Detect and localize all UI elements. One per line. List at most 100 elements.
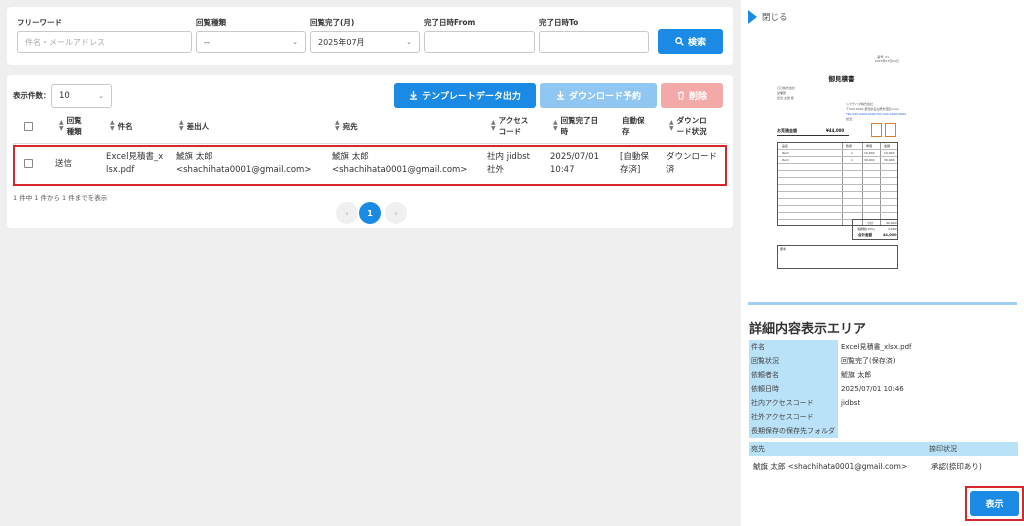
pager-next[interactable]: › [385, 202, 407, 224]
preview-table-hline [778, 184, 897, 185]
col-completed-line1: 回覧完了日 [560, 116, 599, 125]
circulation-type-select[interactable]: -- ⌄ [196, 31, 306, 53]
preview-title: 御見積書 [828, 75, 855, 83]
cell-subject: Excel見積書_x lsx.pdf [106, 151, 163, 177]
detail-value-requester: 鯱旗 太郎 [841, 371, 872, 379]
preview-tax-label: 消費税(10%) [857, 227, 876, 231]
preview-table-hline [778, 170, 897, 171]
col-header-type[interactable]: ▲ ▼ 回覧 種類 [59, 111, 82, 141]
preview-table-hline [778, 198, 897, 199]
col-access-line2: コード [498, 127, 522, 136]
cell-sender-email: <shachihata0001@gmail.com> [176, 165, 312, 175]
preview-issuer-mail: 担当： [846, 117, 856, 121]
cell-subject-line1: Excel見積書_x [106, 152, 164, 162]
display-count-label: 表示件数： [13, 91, 51, 100]
pager-page-1[interactable]: 1 [359, 202, 381, 224]
col-subject-label: 件名 [117, 121, 133, 131]
detail-label-requester: 依頼者名 [749, 368, 838, 382]
preview-remarks-box: 備考 [777, 245, 898, 269]
row-checkbox[interactable] [24, 159, 33, 168]
preview-line-1-item: Item [782, 151, 789, 155]
show-button-highlight: 表示 [965, 486, 1024, 521]
cell-download-status: ダウンロード済 [666, 151, 717, 177]
cell-type: 送信 [55, 159, 73, 169]
preview-amount-value: ¥44,000 [826, 128, 845, 133]
delete-label: 削除 [688, 92, 707, 102]
preview-meta-date: 2025年07月01日 [874, 59, 899, 63]
freeword-input[interactable]: 件名・メールアドレス [17, 31, 192, 53]
search-button-label: 検索 [687, 38, 706, 48]
detail-label-request-date: 依頼日時 [749, 382, 838, 396]
close-panel-button[interactable]: 閉じる [748, 10, 788, 24]
col-header-download-status[interactable]: ▲ ▼ ダウンロ ード状況 [669, 111, 707, 141]
col-recipient-label: 宛先 [342, 121, 358, 131]
col-header-recipient[interactable]: ▲ ▼ 宛先 [335, 111, 358, 141]
preview-issuer-addr: 〒000-0000 愛知県名古屋市西区xxxx [846, 107, 899, 111]
detail-area-title: 詳細内容表示エリア [749, 322, 867, 337]
col-completed-line2: 時 [560, 127, 569, 136]
detail-value-subject: Excel見積書_xlsx.pdf [841, 343, 912, 351]
preview-customer-dept: 営業部 [777, 91, 787, 95]
delete-button[interactable]: 削除 [661, 83, 723, 108]
preview-amount-underline [777, 135, 849, 136]
preview-table-hline [778, 156, 897, 157]
destination-header-label: 宛先 [751, 445, 765, 453]
preview-summary-table: 小計 40,000 消費税(10%) 4,000 合計金額 44,000 [852, 219, 898, 240]
download-reserve-button[interactable]: ダウンロード予約 [540, 83, 657, 108]
cell-dlstatus-line1: ダウンロード [666, 152, 718, 162]
cell-recipient: 鯱旗 太郎 <shachihata0001@gmail.com> [332, 151, 467, 177]
preview-col-price: 単価 [866, 144, 873, 148]
preview-table-hline [778, 212, 897, 213]
document-preview[interactable]: 番号: 01 2025年07月01日 御見積書 〇〇株式会社 営業部 担当 太郎… [774, 45, 909, 281]
cell-completed: 2025/07/01 10:47 [550, 151, 599, 177]
cell-dlstatus-line2: 済 [666, 165, 675, 175]
col-header-completed[interactable]: ▲ ▼ 回覧完了日時 [553, 111, 598, 141]
preview-line-2-qty: 1 [851, 158, 853, 162]
select-all-checkbox-cell[interactable] [24, 111, 33, 141]
sort-icon: ▲ ▼ [179, 119, 184, 132]
detail-divider [748, 302, 1017, 305]
show-button[interactable]: 表示 [970, 491, 1019, 516]
sort-icon: ▲ ▼ [491, 119, 496, 132]
col-header-sender[interactable]: ▲ ▼ 差出人 [179, 111, 209, 141]
preview-table-hline [778, 205, 897, 206]
circulation-type-label: 回覧種類 [196, 18, 226, 27]
display-count-value: 10 [59, 91, 70, 101]
preview-remarks-label: 備考 [780, 247, 787, 251]
pager-prev[interactable]: ‹ [336, 202, 358, 224]
preview-total-label: 合計金額 [858, 233, 872, 237]
cell-completed-date: 2025/07/01 [550, 152, 599, 162]
select-all-checkbox[interactable] [24, 121, 33, 131]
chevron-down-icon: ⌄ [406, 38, 412, 46]
detail-value-status: 回覧完了(保存済) [841, 357, 896, 365]
sort-icon: ▲ ▼ [669, 119, 674, 132]
completed-from-input[interactable] [424, 31, 535, 53]
row-checkbox-cell[interactable] [24, 159, 33, 173]
preview-table-hline [778, 163, 897, 164]
preview-stamp-box [885, 123, 896, 137]
completed-to-input[interactable] [539, 31, 649, 53]
search-button[interactable]: 検索 [658, 29, 723, 54]
col-header-subject[interactable]: ▲ ▼ 件名 [110, 111, 133, 141]
preview-line-2-price: 30,000 [864, 158, 875, 162]
cell-access-internal: 社内 jidbst [487, 152, 530, 162]
template-export-button[interactable]: テンプレートデータ出力 [394, 83, 536, 108]
header-divider [13, 143, 727, 144]
destination-header-row [749, 442, 1018, 456]
detail-label-subject: 件名 [749, 340, 838, 354]
display-count-select[interactable]: 10 ⌄ [51, 84, 112, 108]
col-header-access[interactable]: ▲ ▼ アクセス コード [491, 111, 528, 141]
preview-line-1-qty: 1 [851, 151, 853, 155]
preview-line-2-item: Item [782, 158, 789, 162]
trash-icon [677, 91, 685, 100]
cell-recipient-name: 鯱旗 太郎 [332, 152, 369, 162]
detail-value-internal-code: jidbst [841, 399, 861, 407]
preview-line-1-price: 10,000 [864, 151, 875, 155]
completed-month-select[interactable]: 2025年07月 ⌄ [310, 31, 420, 53]
close-label: 閉じる [762, 13, 788, 23]
filter-panel: フリーワード 件名・メールアドレス 回覧種類 -- ⌄ 回覧完了(月) 2025… [7, 7, 733, 65]
chevron-down-icon: ⌄ [292, 38, 298, 46]
detail-label-internal-code: 社内アクセスコード [749, 396, 838, 410]
cell-sender-name: 鯱旗 太郎 [176, 152, 213, 162]
col-dlstatus-line1: ダウンロ [676, 116, 707, 125]
